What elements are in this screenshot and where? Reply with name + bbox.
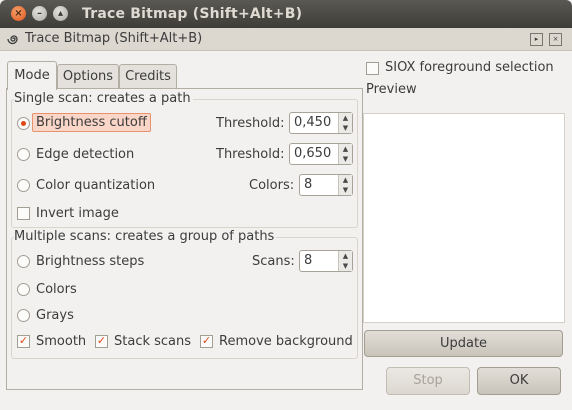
close-icon: × xyxy=(14,7,23,19)
preview-area xyxy=(363,113,565,323)
brightness-cutoff-label[interactable]: Brightness cutoff xyxy=(32,113,151,132)
checkmark-icon: ✓ xyxy=(201,334,212,347)
stack-scans-checkbox[interactable]: ✓ xyxy=(95,335,108,348)
spinner-arrows[interactable]: ▲ ▼ xyxy=(338,113,352,133)
invert-image-label[interactable]: Invert image xyxy=(36,206,119,221)
brightness-steps-radio[interactable] xyxy=(17,255,30,268)
arrow-down-icon[interactable]: ▼ xyxy=(339,185,352,195)
window-title: Trace Bitmap (Shift+Alt+B) xyxy=(82,6,303,22)
edge-detection-radio[interactable] xyxy=(17,148,30,161)
checkmark-icon: ✓ xyxy=(18,334,29,347)
dock-header: Trace Bitmap (Shift+Alt+B) ▸ × xyxy=(0,28,572,51)
color-quantization-label[interactable]: Color quantization xyxy=(36,178,155,193)
colors-label[interactable]: Colors xyxy=(36,282,77,297)
ok-button[interactable]: OK xyxy=(477,367,561,395)
dock-close-button[interactable]: × xyxy=(549,33,562,46)
preview-heading: Preview xyxy=(366,82,417,97)
spinner-arrows[interactable]: ▲ ▼ xyxy=(338,251,352,271)
color-quantization-radio[interactable] xyxy=(17,179,30,192)
invert-image-checkbox[interactable] xyxy=(17,207,30,220)
close-window-button[interactable]: × xyxy=(11,6,26,21)
single-scan-heading: Single scan: creates a path xyxy=(14,91,193,106)
multiple-scans-heading: Multiple scans: creates a group of paths xyxy=(14,229,277,244)
colors-radio[interactable] xyxy=(17,283,30,296)
scans-count-value[interactable]: 8 xyxy=(304,253,312,268)
spiral-trace-icon xyxy=(7,35,18,45)
smooth-label[interactable]: Smooth xyxy=(36,334,86,349)
stack-scans-label[interactable]: Stack scans xyxy=(114,334,191,349)
minimize-icon: – xyxy=(37,7,42,19)
arrow-down-icon[interactable]: ▼ xyxy=(339,154,352,164)
brightness-steps-label[interactable]: Brightness steps xyxy=(36,254,144,269)
brightness-threshold-value[interactable]: 0,450 xyxy=(294,115,331,130)
grays-label[interactable]: Grays xyxy=(36,308,74,323)
arrow-up-icon[interactable]: ▲ xyxy=(339,144,352,154)
arrow-up-icon[interactable]: ▲ xyxy=(339,113,352,123)
tab-mode[interactable]: Mode xyxy=(7,61,57,90)
arrow-up-icon[interactable]: ▲ xyxy=(339,251,352,261)
tab-credits[interactable]: Credits xyxy=(119,64,177,89)
window-titlebar: × – ▴ Trace Bitmap (Shift+Alt+B) xyxy=(0,0,572,28)
minimize-window-button[interactable]: – xyxy=(32,6,47,21)
checkmark-icon: ✓ xyxy=(96,334,107,347)
stop-button[interactable]: Stop xyxy=(386,367,470,395)
brightness-threshold-spinner[interactable]: 0,450 ▲ ▼ xyxy=(289,112,353,134)
spinner-arrows[interactable]: ▲ ▼ xyxy=(338,144,352,164)
arrow-up-icon[interactable]: ▲ xyxy=(339,175,352,185)
smooth-checkbox[interactable]: ✓ xyxy=(17,335,30,348)
brightness-threshold-label: Threshold: xyxy=(216,116,285,131)
remove-background-label[interactable]: Remove background xyxy=(219,334,353,349)
edge-threshold-spinner[interactable]: 0,650 ▲ ▼ xyxy=(289,143,353,165)
remove-background-checkbox[interactable]: ✓ xyxy=(200,335,213,348)
dock-title: Trace Bitmap (Shift+Alt+B) xyxy=(25,31,203,46)
edge-detection-label[interactable]: Edge detection xyxy=(36,147,134,162)
maximize-icon: ▴ xyxy=(57,7,64,19)
dock-iconify-button[interactable]: ▸ xyxy=(530,33,543,46)
tab-options[interactable]: Options xyxy=(57,64,119,89)
siox-label[interactable]: SIOX foreground selection xyxy=(385,60,554,75)
colors-count-label: Colors: xyxy=(249,178,295,193)
scans-count-spinner[interactable]: 8 ▲ ▼ xyxy=(299,250,353,272)
close-icon: × xyxy=(552,35,559,43)
colors-count-spinner[interactable]: 8 ▲ ▼ xyxy=(299,174,353,196)
maximize-window-button[interactable]: ▴ xyxy=(53,6,68,21)
spinner-arrows[interactable]: ▲ ▼ xyxy=(338,175,352,195)
play-icon: ▸ xyxy=(534,35,539,43)
edge-threshold-label: Threshold: xyxy=(216,147,285,162)
brightness-cutoff-radio[interactable] xyxy=(17,117,30,130)
arrow-down-icon[interactable]: ▼ xyxy=(339,261,352,271)
colors-count-value[interactable]: 8 xyxy=(304,177,312,192)
grays-radio[interactable] xyxy=(17,309,30,322)
edge-threshold-value[interactable]: 0,650 xyxy=(294,146,331,161)
update-button[interactable]: Update xyxy=(364,330,563,357)
siox-checkbox[interactable] xyxy=(366,62,379,75)
arrow-down-icon[interactable]: ▼ xyxy=(339,123,352,133)
scans-count-label: Scans: xyxy=(252,254,295,269)
